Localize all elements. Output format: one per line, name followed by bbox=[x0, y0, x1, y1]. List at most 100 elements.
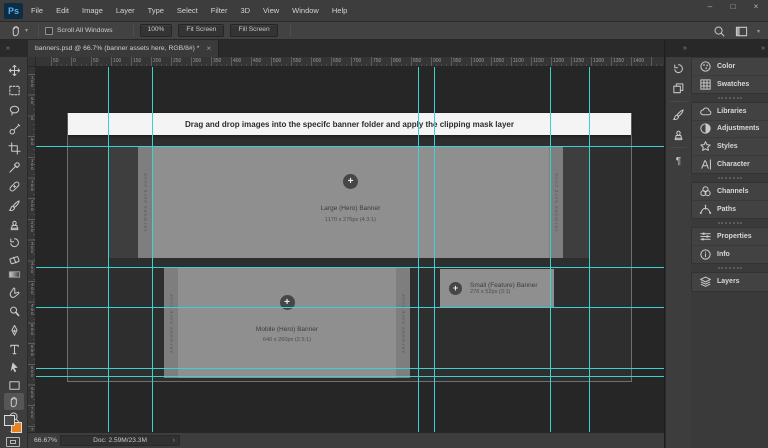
menu-file[interactable]: File bbox=[31, 6, 43, 15]
workspace-chevron-icon[interactable]: ▾ bbox=[757, 28, 760, 35]
menu-image[interactable]: Image bbox=[82, 6, 103, 15]
panel-tab-adjustments[interactable]: Adjustments bbox=[692, 121, 768, 138]
brush-settings-panel-icon[interactable] bbox=[668, 106, 689, 123]
eyedropper-tool[interactable] bbox=[4, 159, 24, 176]
path-selection-tool[interactable] bbox=[4, 359, 24, 376]
menu-view[interactable]: View bbox=[263, 6, 279, 15]
dodge-tool[interactable] bbox=[4, 303, 24, 320]
panel-group-grip[interactable] bbox=[718, 97, 742, 99]
menu-type[interactable]: Type bbox=[148, 6, 164, 15]
crop-tool[interactable] bbox=[4, 140, 24, 157]
minimize-button[interactable]: – bbox=[704, 2, 716, 11]
lasso-tool[interactable] bbox=[4, 102, 24, 119]
menu-help[interactable]: Help bbox=[332, 6, 347, 15]
ruler-label: 700 bbox=[353, 58, 362, 64]
panel-tab-libraries[interactable]: Libraries bbox=[692, 103, 768, 121]
guide-vertical[interactable] bbox=[152, 67, 153, 432]
panel-group-grip[interactable] bbox=[718, 267, 742, 269]
move-tool[interactable] bbox=[4, 62, 24, 79]
ruler-label: 1100 bbox=[513, 58, 524, 64]
layer-comps-panel-icon[interactable] bbox=[668, 80, 689, 97]
panel-group-grip[interactable] bbox=[718, 222, 742, 224]
panel-tab-info[interactable]: Info bbox=[692, 246, 768, 264]
maximize-button[interactable]: □ bbox=[727, 2, 739, 11]
guide-vertical[interactable] bbox=[550, 67, 551, 432]
panel-tab-swatches[interactable]: Swatches bbox=[692, 76, 768, 94]
banner-title: Mobile (Hero) Banner bbox=[255, 325, 319, 333]
menu-layer[interactable]: Layer bbox=[116, 6, 135, 15]
guide-horizontal[interactable] bbox=[36, 376, 664, 377]
close-button[interactable]: × bbox=[750, 2, 762, 11]
paragraph-panel-icon[interactable]: ¶ bbox=[668, 152, 689, 169]
guide-horizontal[interactable] bbox=[36, 368, 664, 369]
doc-size-label: Doc: 2.59M/23.3M bbox=[93, 437, 147, 444]
workspace-switcher-icon[interactable] bbox=[735, 25, 748, 38]
divider bbox=[670, 147, 687, 148]
dock-collapse-icon[interactable]: » bbox=[683, 45, 687, 52]
panel-tab-properties[interactable]: Properties bbox=[692, 228, 768, 246]
pen-tool[interactable] bbox=[4, 322, 24, 339]
small-feature-banner[interactable]: + Small (Feature) Banner 276 x 52px (3:1) bbox=[440, 269, 554, 307]
tool-preset-chevron-icon[interactable]: ▾ bbox=[25, 27, 28, 34]
panel-tab-paths[interactable]: Paths bbox=[692, 201, 768, 219]
guide-vertical[interactable] bbox=[418, 67, 419, 432]
guide-vertical[interactable] bbox=[434, 67, 435, 432]
status-chevron-icon[interactable]: › bbox=[173, 437, 175, 444]
mobile-hero-banner[interactable]: ARTWORK SAFE ZONE ARTWORK SAFE ZONE + Mobil… bbox=[164, 267, 410, 378]
foreground-color-swatch[interactable] bbox=[4, 415, 15, 426]
large-hero-banner[interactable]: ARTWORK SAFE ZONE ARTWORK SAFE ZONE + Large… bbox=[138, 146, 563, 258]
ruler-corner[interactable] bbox=[28, 57, 36, 67]
character-panel-icon bbox=[699, 158, 712, 171]
dock-collapse-icon[interactable]: » bbox=[761, 45, 765, 52]
separator bbox=[132, 24, 134, 37]
tab-close-icon[interactable]: × bbox=[206, 44, 211, 53]
panel-tab-channels[interactable]: Channels bbox=[692, 183, 768, 201]
panel-tab-color[interactable]: Color bbox=[692, 58, 768, 76]
rectangular-marquee-tool[interactable] bbox=[4, 82, 24, 99]
hand-tool[interactable] bbox=[4, 393, 24, 410]
quick-selection-tool[interactable] bbox=[4, 121, 24, 138]
add-image-icon[interactable]: + bbox=[449, 281, 462, 295]
history-brush-tool[interactable] bbox=[4, 234, 24, 251]
fill-screen-button[interactable]: Fill Screen bbox=[230, 24, 278, 37]
100--button[interactable]: 100% bbox=[139, 24, 173, 37]
guide-vertical[interactable] bbox=[589, 67, 590, 432]
hand-tool-icon[interactable] bbox=[10, 24, 23, 37]
menu-filter[interactable]: Filter bbox=[211, 6, 228, 15]
clone-source-panel-icon[interactable] bbox=[668, 126, 689, 143]
add-image-icon[interactable]: + bbox=[343, 174, 358, 190]
document-size-field[interactable]: Doc: 2.59M/23.3M › bbox=[60, 435, 180, 446]
panel-tab-character[interactable]: Character bbox=[692, 156, 768, 174]
smudge-tool[interactable] bbox=[4, 284, 24, 301]
menu-edit[interactable]: Edit bbox=[56, 6, 69, 15]
spot-healing-brush-tool[interactable] bbox=[4, 178, 24, 195]
menu-select[interactable]: Select bbox=[177, 6, 198, 15]
zoom-level[interactable]: 66.67% bbox=[34, 437, 57, 444]
clone-stamp-tool[interactable] bbox=[4, 216, 24, 233]
ruler-label: 1250 bbox=[573, 58, 585, 64]
vertical-ruler[interactable]: 100 50 0 50 100 150 200 250 300 350 400 450 500 550 60… bbox=[28, 67, 36, 432]
guide-horizontal[interactable] bbox=[36, 146, 664, 147]
panel-tab-layers[interactable]: Layers bbox=[692, 273, 768, 291]
horizontal-ruler[interactable]: 50 0 50 100 150 200 250 300 350 400 450 500 550 600 65… bbox=[36, 57, 664, 67]
banner-title: Small (Feature) Banner bbox=[470, 281, 538, 289]
screen-mode-icon[interactable] bbox=[6, 437, 20, 447]
guide-vertical[interactable] bbox=[108, 67, 109, 432]
brush-tool[interactable] bbox=[4, 197, 24, 214]
menu-window[interactable]: Window bbox=[292, 6, 319, 15]
menu-3d[interactable]: 3D bbox=[240, 6, 250, 15]
type-tool[interactable] bbox=[4, 341, 24, 358]
gradient-tool[interactable] bbox=[4, 266, 24, 283]
scroll-all-windows-checkbox[interactable] bbox=[45, 26, 54, 35]
document-tab[interactable]: banners.psd @ 66.7% (banner assets here,… bbox=[28, 40, 220, 57]
rectangle-tool[interactable] bbox=[4, 377, 24, 394]
panel-tab-styles[interactable]: Styles bbox=[692, 138, 768, 156]
fit-screen-button[interactable]: Fit Screen bbox=[178, 24, 225, 37]
canvas-viewport[interactable]: Drag and drop images into the specifc ba… bbox=[36, 67, 664, 432]
history-panel-icon[interactable] bbox=[668, 60, 689, 77]
guide-horizontal[interactable] bbox=[36, 307, 664, 308]
toolbar-collapse-icon[interactable]: » bbox=[6, 45, 10, 52]
panel-group-grip[interactable] bbox=[718, 177, 742, 179]
search-icon[interactable] bbox=[713, 25, 726, 38]
guide-horizontal[interactable] bbox=[36, 267, 664, 268]
